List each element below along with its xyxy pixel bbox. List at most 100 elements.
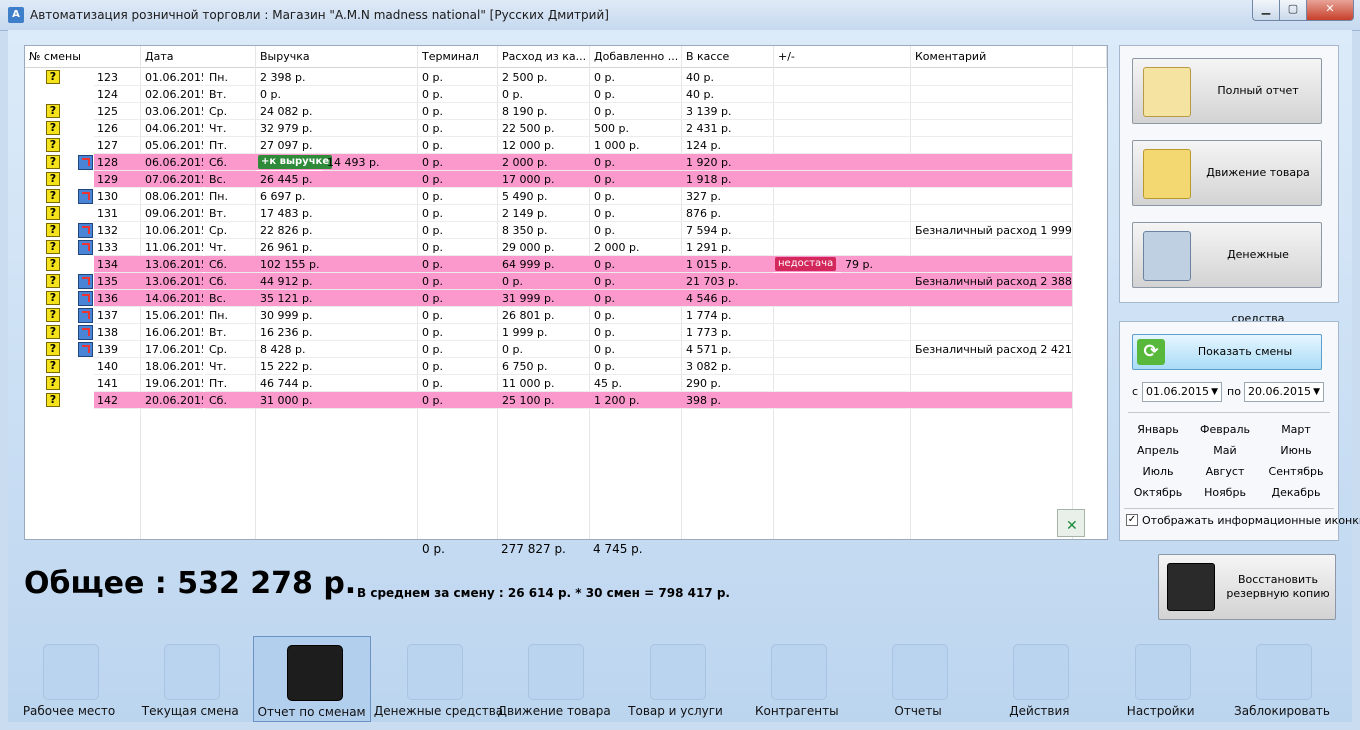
question-icon[interactable]: ? — [46, 274, 60, 288]
maximize-button[interactable]: ▢ — [1279, 0, 1307, 21]
table-row[interactable]: ? 139 17.06.2015 Ср. 8 428 р. 0 р. 0 р. 0 р. 4 5… — [25, 341, 1107, 358]
question-icon[interactable]: ? — [46, 342, 60, 356]
arrow-icon[interactable] — [78, 155, 93, 170]
month-link[interactable]: Март — [1266, 423, 1326, 436]
arrow-icon[interactable] — [78, 223, 93, 238]
question-icon[interactable]: ? — [46, 291, 60, 305]
arrow-icon[interactable] — [78, 325, 93, 340]
plus-minus-cell — [774, 290, 911, 307]
arrow-icon[interactable] — [78, 274, 93, 289]
from-date-picker[interactable]: 01.06.2015 ▼ — [1142, 382, 1222, 402]
table-row[interactable]: ? 138 16.06.2015 Вт. 16 236 р. 0 р. 1 999 р. 0 … — [25, 324, 1107, 341]
table-row[interactable]: ? 125 03.06.2015 Ср. 24 082 р. 0 р. 8 190 р. 0 … — [25, 103, 1107, 120]
toolbar-settings-button[interactable]: Настройки — [1102, 636, 1220, 722]
column-header[interactable]: Добавленно ... — [590, 46, 682, 68]
question-icon[interactable]: ? — [46, 104, 60, 118]
table-row[interactable]: ? 131 09.06.2015 Вт. 17 483 р. 0 р. 2 149 р. 0 … — [25, 205, 1107, 222]
arrow-icon[interactable] — [78, 342, 93, 357]
table-row[interactable]: ? 130 08.06.2015 Пн. 6 697 р. 0 р. 5 490 р. 0 р… — [25, 188, 1107, 205]
restore-backup-button[interactable]: Восстановить резервную копию — [1158, 554, 1336, 620]
column-header[interactable]: Расход из ка... — [498, 46, 590, 68]
revenue-cell: 102 155 р. — [256, 256, 418, 273]
arrow-icon[interactable] — [78, 240, 93, 255]
plus-minus-cell — [774, 273, 911, 290]
column-header[interactable]: +/- — [774, 46, 911, 68]
to-date-value: 20.06.2015 — [1248, 385, 1311, 398]
column-header[interactable]: Дата — [141, 46, 256, 68]
table-row[interactable]: ? 132 10.06.2015 Ср. 22 826 р. 0 р. 8 350 р. 0 … — [25, 222, 1107, 239]
comment-cell — [911, 239, 1073, 256]
toolbar-current-shift-button[interactable]: Текущая смена — [131, 636, 249, 722]
toolbar-lock-button[interactable]: Заблокировать — [1223, 636, 1341, 722]
month-link[interactable]: Декабрь — [1266, 486, 1326, 499]
excel-export-icon[interactable] — [1057, 509, 1085, 537]
toolbar-cash-button[interactable]: Денежные средства — [374, 636, 503, 722]
month-link[interactable]: Ноябрь — [1195, 486, 1255, 499]
question-icon[interactable]: ? — [46, 206, 60, 220]
question-icon[interactable]: ? — [46, 172, 60, 186]
question-icon[interactable]: ? — [46, 70, 60, 84]
to-date-picker[interactable]: 20.06.2015 ▼ — [1244, 382, 1324, 402]
weekday-cell: Сб. — [205, 256, 255, 273]
month-link[interactable]: Январь — [1128, 423, 1188, 436]
month-link[interactable]: Июнь — [1266, 444, 1326, 457]
table-row[interactable]: ? 140 18.06.2015 Чт. 15 222 р. 0 р. 6 750 р. 0 … — [25, 358, 1107, 375]
show-shifts-button[interactable]: ⟳ Показать смены — [1132, 334, 1322, 370]
full-report-button[interactable]: Полный отчет — [1132, 58, 1322, 124]
question-icon[interactable]: ? — [46, 393, 60, 407]
question-icon[interactable]: ? — [46, 155, 60, 169]
question-icon[interactable]: ? — [46, 189, 60, 203]
month-link[interactable]: Апрель — [1128, 444, 1188, 457]
column-header[interactable]: Коментарий — [911, 46, 1073, 68]
arrow-icon[interactable] — [78, 308, 93, 323]
question-icon[interactable]: ? — [46, 257, 60, 271]
goods-movement-button[interactable]: Движение товара — [1132, 140, 1322, 206]
table-row[interactable]: ? 126 04.06.2015 Чт. 32 979 р. 0 р. 22 500 р. 5… — [25, 120, 1107, 137]
question-icon[interactable]: ? — [46, 308, 60, 322]
table-row[interactable]: ? 123 01.06.2015 Пн. 2 398 р. 0 р. 2 500 р. 0 р… — [25, 69, 1107, 86]
question-icon[interactable]: ? — [46, 223, 60, 237]
question-icon[interactable]: ? — [46, 359, 60, 373]
minimize-button[interactable]: ▁ — [1252, 0, 1280, 21]
arrow-icon[interactable] — [78, 189, 93, 204]
column-header[interactable]: Выручка — [256, 46, 418, 68]
question-icon[interactable]: ? — [46, 138, 60, 152]
month-link[interactable]: Октябрь — [1128, 486, 1188, 499]
toolbar-reports-button[interactable]: Отчеты — [859, 636, 977, 722]
month-link[interactable]: Сентябрь — [1266, 465, 1326, 478]
revenue-cell: 35 121 р. — [256, 290, 418, 307]
question-icon[interactable]: ? — [46, 121, 60, 135]
question-icon[interactable]: ? — [46, 240, 60, 254]
column-header[interactable]: Терминал — [418, 46, 498, 68]
table-row[interactable]: ? 137 15.06.2015 Пн. 30 999 р. 0 р. 26 801 р. 0… — [25, 307, 1107, 324]
table-row[interactable]: ? 128 06.06.2015 Сб. +к выручке 14 493 р. 0 р.… — [25, 154, 1107, 171]
toolbar-contractors-button[interactable]: Контрагенты — [738, 636, 856, 722]
show-icons-checkbox[interactable]: ✓ — [1126, 514, 1138, 526]
table-row[interactable]: ? 136 14.06.2015 Вс. 35 121 р. 0 р. 31 999 р. 0… — [25, 290, 1107, 307]
table-row[interactable]: ? 141 19.06.2015 Пт. 46 744 р. 0 р. 11 000 р. 4… — [25, 375, 1107, 392]
toolbar-shift-report-button[interactable]: Отчет по сменам — [252, 636, 371, 722]
shifts-table[interactable]: № смены Дата Выручка Терминал Расход из ка..… — [24, 45, 1108, 540]
toolbar-goods-services-button[interactable]: Товар и услуги — [617, 636, 735, 722]
cash-button[interactable]: Денежные средства — [1132, 222, 1322, 325]
table-row[interactable]: ? 129 07.06.2015 Вс. 26 445 р. 0 р. 17 000 р. 0… — [25, 171, 1107, 188]
column-header[interactable]: № смены — [25, 46, 141, 68]
table-row[interactable]: 124 02.06.2015 Вт. 0 р. 0 р. 0 р. 0 р. 40 р. — [25, 86, 1107, 103]
table-row[interactable]: ? 142 20.06.2015 Сб. 31 000 р. 0 р. 25 100 р. 1… — [25, 392, 1107, 409]
question-icon[interactable]: ? — [46, 325, 60, 339]
question-icon[interactable]: ? — [46, 376, 60, 390]
toolbar-goods-movement-button[interactable]: Движение товара — [495, 636, 613, 722]
toolbar-workplace-button[interactable]: Рабочее место — [10, 636, 128, 722]
table-row[interactable]: ? 133 11.06.2015 Чт. 26 961 р. 0 р. 29 000 р. 2… — [25, 239, 1107, 256]
table-row[interactable]: ? 134 13.06.2015 Сб. 102 155 р. 0 р. 64 999 р.… — [25, 256, 1107, 273]
toolbar-actions-button[interactable]: Действия — [980, 636, 1098, 722]
close-button[interactable]: ✕ — [1306, 0, 1354, 21]
month-link[interactable]: Июль — [1128, 465, 1188, 478]
month-link[interactable]: Август — [1195, 465, 1255, 478]
month-link[interactable]: Май — [1195, 444, 1255, 457]
table-row[interactable]: ? 135 13.06.2015 Сб. 44 912 р. 0 р. 0 р. 0 р. 21… — [25, 273, 1107, 290]
column-header[interactable]: В кассе — [682, 46, 774, 68]
month-link[interactable]: Февраль — [1195, 423, 1255, 436]
table-row[interactable]: ? 127 05.06.2015 Пт. 27 097 р. 0 р. 12 000 р. 1… — [25, 137, 1107, 154]
arrow-icon[interactable] — [78, 291, 93, 306]
